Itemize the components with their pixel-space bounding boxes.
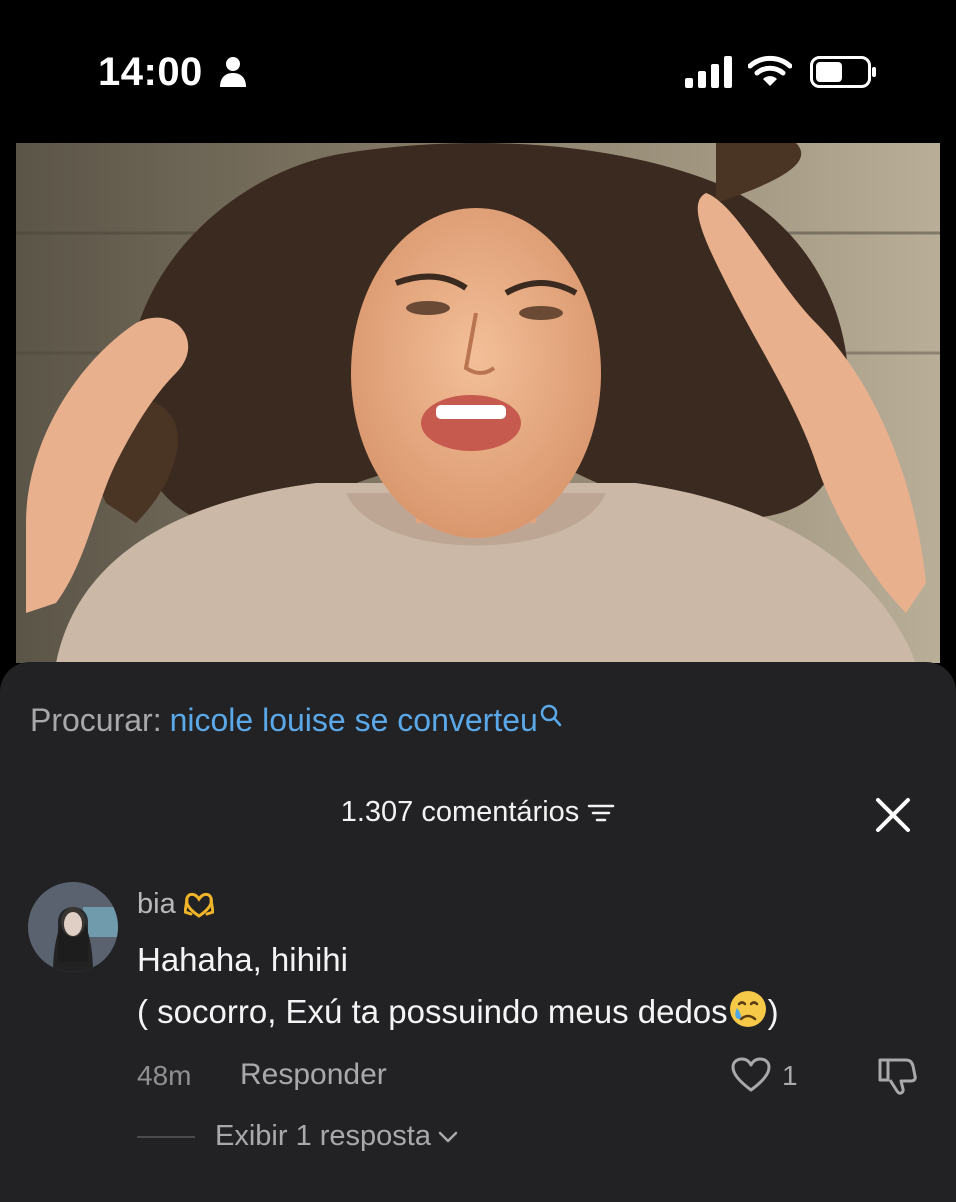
search-icon[interactable] <box>540 704 562 728</box>
close-icon[interactable] <box>874 796 912 834</box>
video-illustration <box>16 143 940 663</box>
crying-face-icon <box>729 991 766 1027</box>
chevron-down-icon[interactable] <box>437 1129 459 1145</box>
view-replies-button[interactable]: Exibir 1 resposta <box>215 1120 459 1153</box>
avatar-image <box>28 882 118 972</box>
comments-count: 1.307 comentários <box>340 796 580 828</box>
dislike-icon[interactable] <box>876 1054 918 1096</box>
person-icon <box>220 57 246 87</box>
comments-sheet: Procurar: nicole louise se converteu 1.30… <box>0 662 956 1202</box>
video-frame[interactable] <box>16 143 940 663</box>
username-text[interactable]: bia <box>137 888 176 920</box>
avatar[interactable] <box>28 882 118 972</box>
comment-line-2-end: ) <box>767 993 779 1030</box>
signal-icon <box>685 56 732 88</box>
search-suggestion[interactable]: Procurar: nicole louise se converteu <box>30 702 562 739</box>
comment-timestamp: 48m <box>137 1060 192 1091</box>
reply-button[interactable]: Responder <box>240 1058 387 1092</box>
comment-line-2-text: ( socorro, Exú ta possuindo meus dedos <box>137 993 728 1030</box>
sort-icon[interactable] <box>587 802 615 824</box>
search-query-link[interactable]: nicole louise se converteu <box>170 702 538 738</box>
like-count: 1 <box>782 1060 798 1091</box>
battery-icon <box>810 56 876 88</box>
comment-text: Hahaha, hihihi ( socorro, Exú ta possuin… <box>137 934 779 1038</box>
view-replies-label[interactable]: Exibir 1 resposta <box>215 1120 431 1152</box>
heart-icon[interactable] <box>731 1057 771 1093</box>
heart-hands-icon <box>183 893 214 919</box>
wifi-icon <box>748 55 792 86</box>
replies-divider <box>137 1136 195 1138</box>
comment-line-1: Hahaha, hihihi <box>137 941 348 978</box>
comments-header: 1.307 comentários <box>0 796 956 829</box>
status-time: 14:00 <box>98 50 203 94</box>
status-bar: 14:00 <box>0 0 956 140</box>
comment-line-2: ( socorro, Exú ta possuindo meus dedos ) <box>137 986 779 1038</box>
search-label: Procurar: <box>30 702 162 738</box>
comment-username[interactable]: bia <box>137 888 214 921</box>
